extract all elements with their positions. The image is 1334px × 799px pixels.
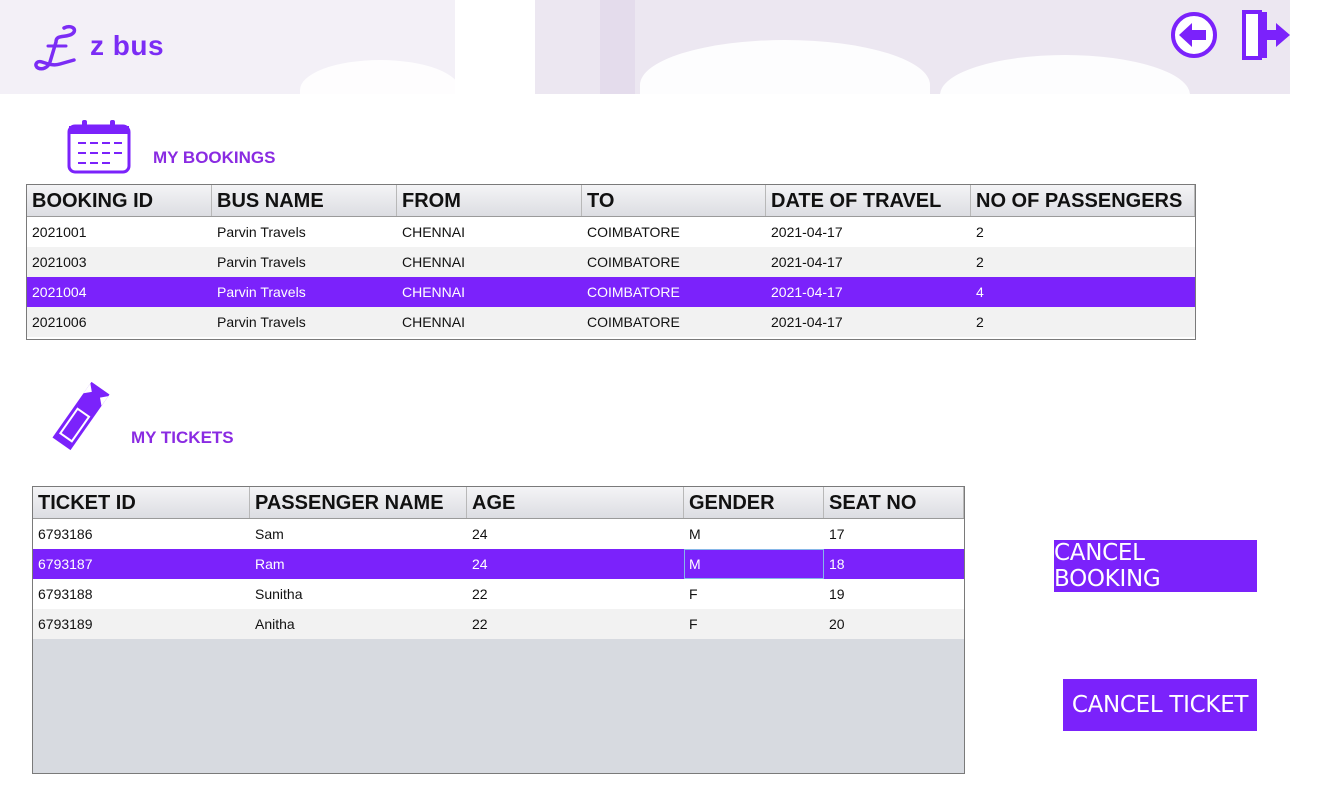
header-banner: z bus	[0, 0, 1334, 94]
cell-bus-name: Parvin Travels	[217, 284, 306, 300]
app-logo: z bus	[34, 22, 164, 74]
cell-age: 24	[472, 526, 488, 542]
tickets-table-body: 6793186 Sam 24 M 17 6793187 Ram 24 M 18 …	[33, 519, 964, 639]
cell-booking-id: 2021006	[32, 314, 87, 330]
logout-door-arrow-icon	[1242, 10, 1290, 60]
bookings-table-header: BOOKING ID BUS NAME FROM TO DATE OF TRAV…	[27, 185, 1195, 217]
table-row-selected[interactable]: 6793187 Ram 24 M 18	[33, 549, 964, 579]
calendar-icon	[67, 120, 131, 174]
table-row[interactable]: 6793189 Anitha 22 F 20	[33, 609, 964, 639]
cell-bus-name: Parvin Travels	[217, 254, 306, 270]
column-header-no-of-passengers[interactable]: NO OF PASSENGERS	[971, 185, 1195, 216]
column-header-to[interactable]: TO	[582, 185, 766, 216]
tickets-title: MY TICKETS	[131, 428, 234, 447]
cell-booking-id: 2021004	[32, 284, 87, 300]
cell-seat-no: 19	[829, 586, 845, 602]
bookings-table[interactable]: BOOKING ID BUS NAME FROM TO DATE OF TRAV…	[26, 184, 1196, 340]
cell-age: 22	[472, 616, 488, 632]
cell-from: CHENNAI	[402, 224, 466, 240]
cell-booking-id: 2021001	[32, 224, 87, 240]
cell-seat-no: 20	[829, 616, 845, 632]
back-arrow-circle-icon	[1171, 12, 1217, 58]
cell-from: CHENNAI	[402, 314, 466, 330]
cell-date-of-travel: 2021-04-17	[771, 254, 843, 270]
column-header-date-of-travel[interactable]: DATE OF TRAVEL	[766, 185, 971, 216]
banner-gap	[455, 0, 535, 94]
column-header-ticket-id[interactable]: TICKET ID	[33, 487, 250, 518]
column-header-age[interactable]: AGE	[467, 487, 684, 518]
cell-date-of-travel: 2021-04-17	[771, 314, 843, 330]
cell-no-of-passengers: 4	[976, 284, 984, 300]
cell-to: COIMBATORE	[587, 224, 680, 240]
table-row[interactable]: 6793186 Sam 24 M 17	[33, 519, 964, 549]
cell-passenger-name: Ram	[255, 556, 285, 572]
cell-seat-no: 17	[829, 526, 845, 542]
cell-passenger-name: Sunitha	[255, 586, 303, 602]
cell-gender: M	[689, 526, 701, 542]
cell-to: COIMBATORE	[587, 254, 680, 270]
cell-gender: F	[689, 616, 698, 632]
stylized-l-logo-icon	[34, 24, 77, 71]
cell-no-of-passengers: 2	[976, 254, 984, 270]
table-row[interactable]: 2021003 Parvin Travels CHENNAI COIMBATOR…	[27, 247, 1195, 277]
column-header-passenger-name[interactable]: PASSENGER NAME	[250, 487, 467, 518]
table-row[interactable]: 2021001 Parvin Travels CHENNAI COIMBATOR…	[27, 217, 1195, 247]
cell-bus-name: Parvin Travels	[217, 314, 306, 330]
cell-booking-id: 2021003	[32, 254, 87, 270]
cell-date-of-travel: 2021-04-17	[771, 224, 843, 240]
cell-ticket-id: 6793186	[38, 526, 93, 542]
cell-passenger-name: Anitha	[255, 616, 295, 632]
cell-age: 24	[472, 556, 488, 572]
cell-gender: M	[684, 549, 824, 579]
cell-age: 22	[472, 586, 488, 602]
tickets-table[interactable]: TICKET ID PASSENGER NAME AGE GENDER SEAT…	[32, 486, 965, 774]
logout-button[interactable]	[1240, 8, 1292, 62]
banner-stripe	[600, 0, 635, 94]
table-row[interactable]: 6793188 Sunitha 22 F 19	[33, 579, 964, 609]
app-name: z bus	[90, 30, 165, 61]
bookings-title: MY BOOKINGS	[153, 148, 276, 167]
ticket-icon	[52, 381, 110, 451]
cell-date-of-travel: 2021-04-17	[771, 284, 843, 300]
table-row-selected[interactable]: 2021004 Parvin Travels CHENNAI COIMBATOR…	[27, 277, 1195, 307]
cell-from: CHENNAI	[402, 254, 466, 270]
cell-to: COIMBATORE	[587, 314, 680, 330]
cell-bus-name: Parvin Travels	[217, 224, 306, 240]
banner-edge	[1290, 0, 1334, 94]
cancel-ticket-button[interactable]: CANCEL TICKET	[1063, 679, 1257, 731]
cell-from: CHENNAI	[402, 284, 466, 300]
cell-passenger-name: Sam	[255, 526, 284, 542]
column-header-booking-id[interactable]: BOOKING ID	[27, 185, 212, 216]
cell-ticket-id: 6793188	[38, 586, 93, 602]
cell-no-of-passengers: 2	[976, 224, 984, 240]
cell-no-of-passengers: 2	[976, 314, 984, 330]
cell-gender: F	[689, 586, 698, 602]
cell-seat-no: 18	[829, 556, 845, 572]
cell-ticket-id: 6793189	[38, 616, 93, 632]
back-button[interactable]	[1170, 8, 1222, 62]
column-header-gender[interactable]: GENDER	[684, 487, 824, 518]
cell-ticket-id: 6793187	[38, 556, 93, 572]
cell-to: COIMBATORE	[587, 284, 680, 300]
cancel-booking-button[interactable]: CANCEL BOOKING	[1054, 540, 1257, 592]
column-header-bus-name[interactable]: BUS NAME	[212, 185, 397, 216]
tickets-table-header: TICKET ID PASSENGER NAME AGE GENDER SEAT…	[33, 487, 964, 519]
column-header-seat-no[interactable]: SEAT NO	[824, 487, 964, 518]
table-row[interactable]: 2021006 Parvin Travels CHENNAI COIMBATOR…	[27, 307, 1195, 337]
column-header-from[interactable]: FROM	[397, 185, 582, 216]
